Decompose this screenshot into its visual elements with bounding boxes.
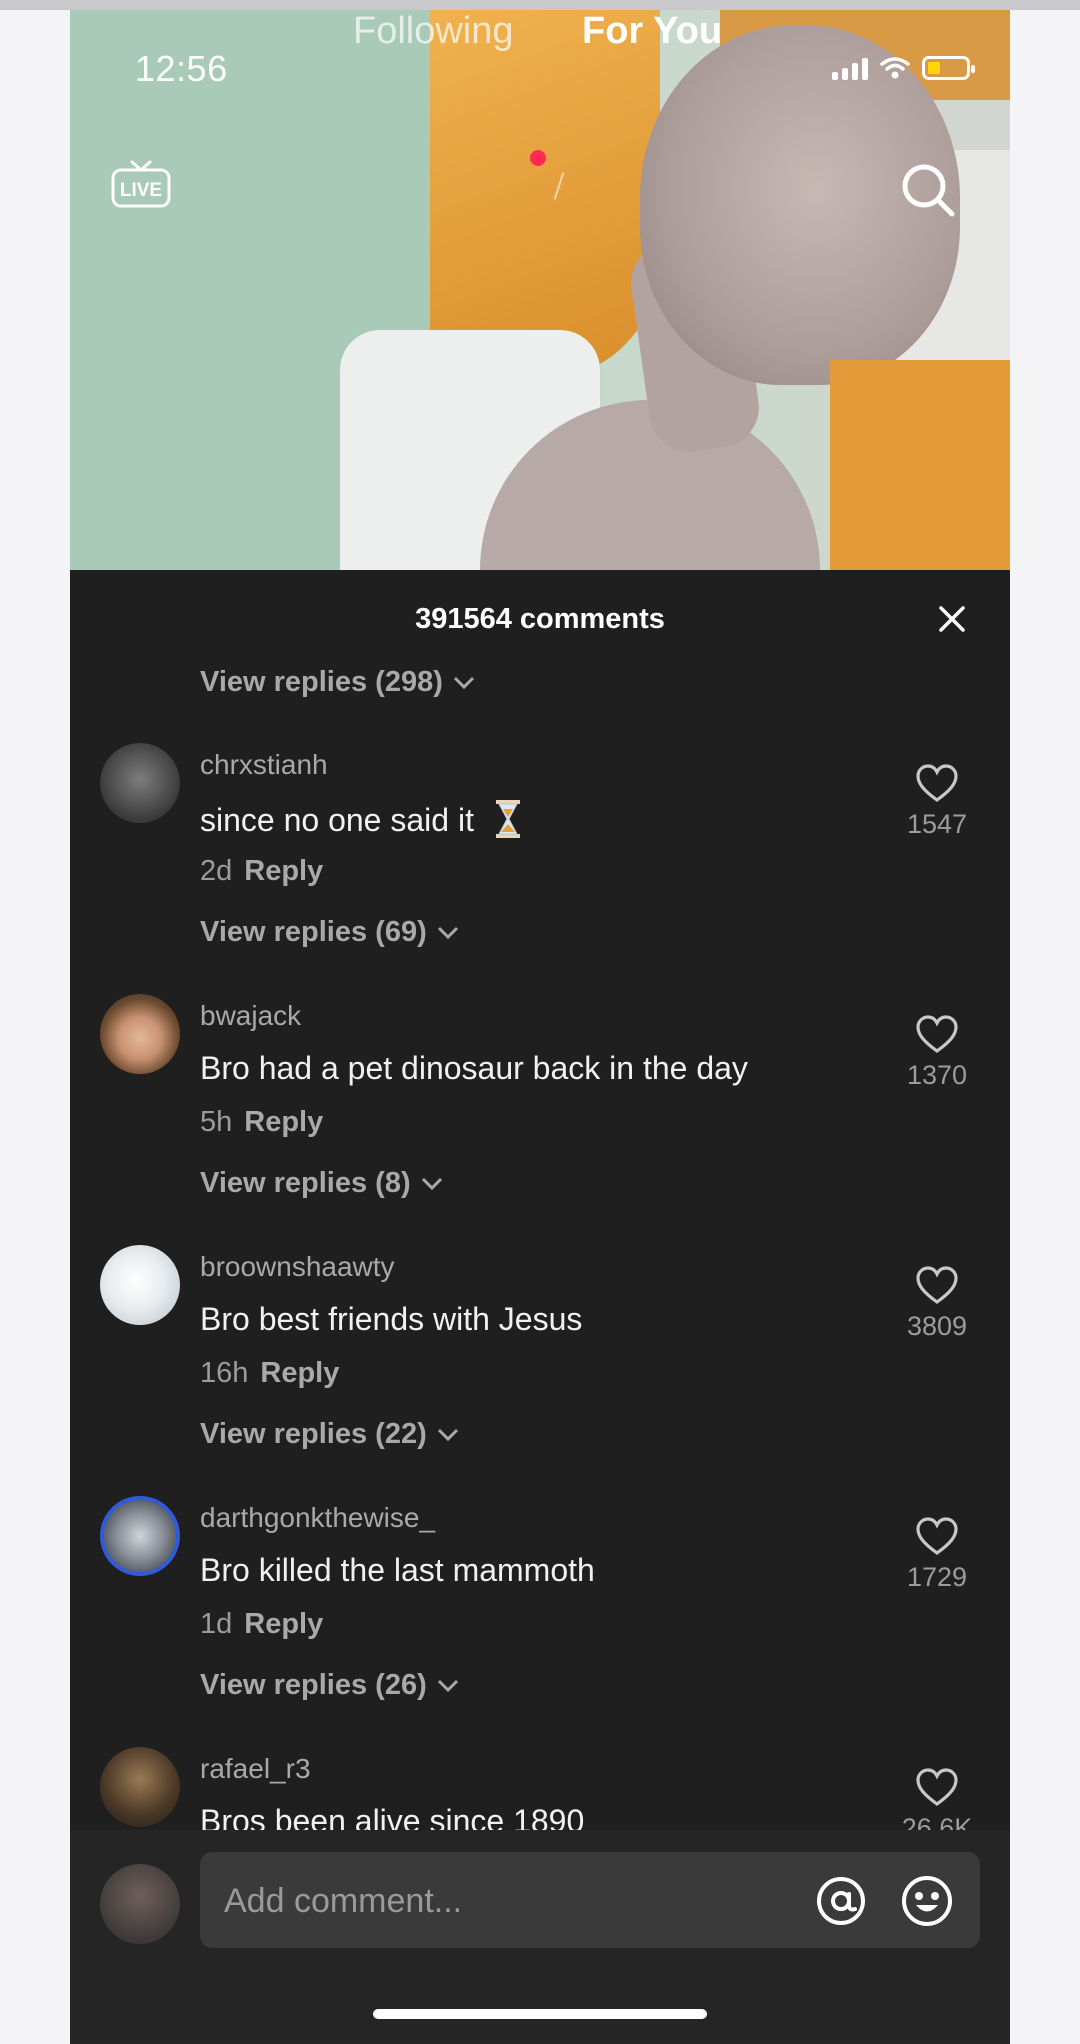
like-button[interactable]: 3809 bbox=[892, 1265, 982, 1342]
wifi-icon bbox=[880, 57, 910, 79]
comment-text: Bro had a pet dinosaur back in the day bbox=[200, 1050, 748, 1086]
close-icon[interactable] bbox=[938, 605, 966, 633]
phone-screen: 12:56 LIVE Following For You 391564 comm… bbox=[70, 10, 1010, 2044]
heart-icon bbox=[916, 1266, 958, 1304]
status-time: 12:56 bbox=[135, 48, 228, 89]
comment-text: since no one said it bbox=[200, 799, 521, 839]
status-icons bbox=[832, 56, 975, 80]
reply-button[interactable]: Reply bbox=[244, 1106, 323, 1138]
comment-text: Bro best friends with Jesus bbox=[200, 1301, 583, 1337]
comment-item: chrxstianh since no one said it 2d Reply … bbox=[70, 743, 1010, 943]
like-count: 1370 bbox=[906, 1060, 968, 1090]
like-count: 1547 bbox=[906, 809, 968, 839]
signal-icon bbox=[832, 56, 868, 80]
avatar[interactable] bbox=[100, 1496, 180, 1576]
comment-username[interactable]: darthgonkthewise_ bbox=[200, 1502, 435, 1534]
battery-icon bbox=[922, 56, 975, 80]
live-label: LIVE bbox=[120, 180, 162, 201]
comment-username[interactable]: rafael_r3 bbox=[200, 1753, 311, 1785]
tab-following[interactable]: Following bbox=[353, 10, 514, 53]
view-replies-button[interactable]: View replies (22) bbox=[200, 1418, 459, 1451]
view-replies-button[interactable]: View replies (8) bbox=[200, 1167, 443, 1200]
heart-icon bbox=[916, 764, 958, 802]
comment-item: broownshaawty Bro best friends with Jesu… bbox=[70, 1245, 1010, 1445]
current-user-avatar[interactable] bbox=[100, 1864, 180, 1944]
reply-button[interactable]: Reply bbox=[244, 1608, 323, 1640]
emoji-icon[interactable] bbox=[900, 1874, 954, 1928]
comment-meta: 1d Reply bbox=[200, 1608, 324, 1640]
comment-text: Bro killed the last mammoth bbox=[200, 1552, 595, 1588]
reply-button[interactable]: Reply bbox=[244, 855, 323, 887]
video-player[interactable] bbox=[70, 10, 1010, 570]
chevron-down-icon bbox=[453, 676, 474, 689]
comment-input[interactable] bbox=[222, 1852, 746, 1950]
avatar[interactable] bbox=[100, 1245, 180, 1325]
comment-meta: 2d Reply bbox=[200, 855, 324, 887]
comment-username[interactable]: broownshaawty bbox=[200, 1251, 395, 1283]
comment-username[interactable]: chrxstianh bbox=[200, 749, 328, 781]
reply-button[interactable]: Reply bbox=[260, 1357, 339, 1389]
like-count: 1729 bbox=[906, 1562, 968, 1592]
like-button[interactable]: 1547 bbox=[892, 763, 982, 840]
following-notification-dot bbox=[530, 150, 546, 166]
heart-icon bbox=[916, 1015, 958, 1053]
comment-input-box[interactable] bbox=[200, 1852, 980, 1950]
chevron-down-icon bbox=[437, 1679, 458, 1692]
search-icon[interactable] bbox=[898, 160, 958, 220]
heart-icon bbox=[916, 1517, 958, 1555]
comments-count-title: 391564 comments bbox=[415, 603, 665, 635]
avatar[interactable] bbox=[100, 743, 180, 823]
heart-icon bbox=[916, 1768, 958, 1806]
window-top-strip bbox=[0, 0, 1080, 10]
chevron-down-icon bbox=[421, 1177, 442, 1190]
avatar[interactable] bbox=[100, 1747, 180, 1827]
comments-sheet: 391564 comments View replies (298) chrxs… bbox=[70, 571, 1010, 2044]
like-button[interactable]: 1729 bbox=[892, 1516, 982, 1593]
hourglass-icon bbox=[495, 800, 520, 838]
tab-for-you[interactable]: For You bbox=[582, 10, 722, 53]
chevron-down-icon bbox=[437, 926, 458, 939]
view-replies-button[interactable]: View replies (69) bbox=[200, 916, 459, 949]
home-indicator[interactable] bbox=[373, 2009, 707, 2019]
avatar[interactable] bbox=[100, 994, 180, 1074]
view-replies-button[interactable]: View replies (298) bbox=[200, 666, 475, 699]
like-button[interactable]: 1370 bbox=[892, 1014, 982, 1091]
live-icon[interactable]: LIVE bbox=[110, 158, 172, 214]
comment-item: bwajack Bro had a pet dinosaur back in t… bbox=[70, 994, 1010, 1194]
like-count: 3809 bbox=[906, 1311, 968, 1341]
chevron-down-icon bbox=[437, 1428, 458, 1441]
comment-username[interactable]: bwajack bbox=[200, 1000, 301, 1032]
comment-item: darthgonkthewise_ Bro killed the last ma… bbox=[70, 1496, 1010, 1696]
view-replies-button[interactable]: View replies (26) bbox=[200, 1669, 459, 1702]
comment-meta: 16h Reply bbox=[200, 1357, 340, 1389]
comment-meta: 5h Reply bbox=[200, 1106, 324, 1138]
mention-icon[interactable] bbox=[814, 1874, 868, 1928]
